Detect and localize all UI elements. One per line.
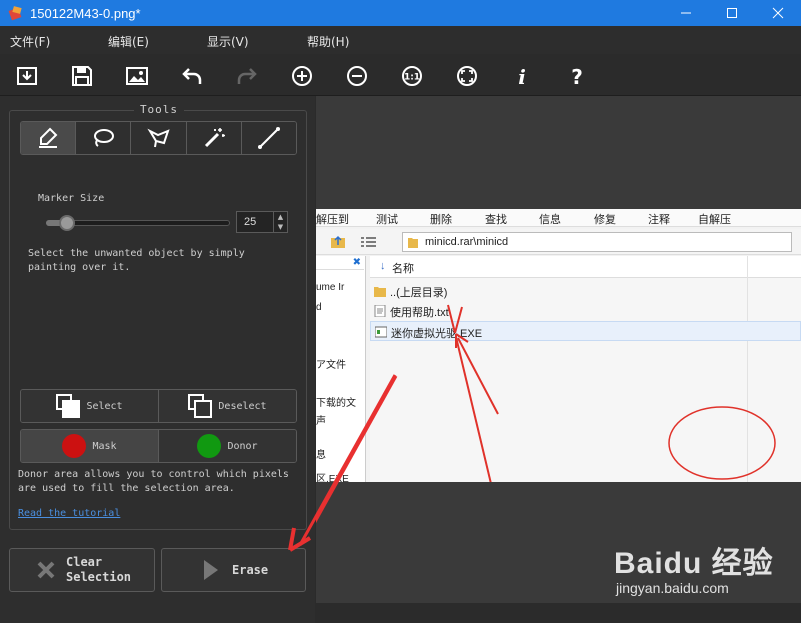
polygon-lasso-icon bbox=[146, 128, 170, 148]
minimize-icon bbox=[681, 12, 691, 14]
zoom-out-icon bbox=[347, 66, 367, 86]
undo-button[interactable] bbox=[178, 62, 206, 90]
select-button[interactable]: Select bbox=[21, 390, 159, 422]
clear-icon bbox=[37, 561, 55, 579]
red-arrow-icon bbox=[288, 374, 397, 552]
select-icon bbox=[56, 394, 81, 418]
undo-icon bbox=[182, 68, 202, 84]
tool-selector bbox=[20, 121, 297, 155]
help-button[interactable]: ? bbox=[563, 62, 591, 90]
window-title: 150122M43-0.png* bbox=[30, 5, 141, 21]
maximize-button[interactable] bbox=[709, 0, 755, 26]
image-icon bbox=[126, 67, 148, 85]
menu-file[interactable]: 文件(F) bbox=[10, 33, 50, 50]
actual-size-button[interactable]: 1:1 bbox=[398, 62, 426, 90]
maximize-icon bbox=[727, 8, 737, 18]
zoom-in-button[interactable] bbox=[288, 62, 316, 90]
watermark: Baidu 经验 jingyan.baidu.com bbox=[614, 547, 774, 596]
deselect-button[interactable]: Deselect bbox=[159, 390, 296, 422]
actual-size-icon: 1:1 bbox=[402, 66, 422, 86]
deselect-icon bbox=[188, 394, 213, 418]
close-button[interactable] bbox=[755, 0, 801, 26]
play-icon bbox=[204, 560, 218, 580]
info-button[interactable]: i bbox=[508, 62, 536, 90]
app-icon bbox=[8, 6, 22, 21]
redo-button bbox=[233, 62, 261, 90]
area-mode: Mask Donor bbox=[20, 429, 297, 463]
magic-wand-icon bbox=[204, 128, 225, 148]
tutorial-link[interactable]: Read the tutorial bbox=[18, 508, 120, 519]
minimize-button[interactable] bbox=[663, 0, 709, 26]
open-button[interactable] bbox=[13, 62, 41, 90]
help-icon: ? bbox=[571, 65, 583, 88]
magic-wand-tool[interactable] bbox=[186, 122, 242, 154]
save-icon bbox=[72, 66, 92, 86]
red-arrow-icon bbox=[455, 333, 499, 415]
tools-group: Tools Marker Size 25 ▲ ▼ Select the unwa… bbox=[9, 103, 307, 530]
tools-legend: Tools bbox=[133, 103, 185, 116]
menu-view[interactable]: 显示(V) bbox=[207, 33, 249, 50]
clear-label-1: Clear bbox=[66, 555, 103, 569]
line-tool[interactable] bbox=[241, 122, 296, 154]
zoom-out-button[interactable] bbox=[343, 62, 371, 90]
svg-text:i: i bbox=[518, 65, 526, 88]
close-icon bbox=[772, 7, 784, 19]
tools-panel: Tools Marker Size 25 ▲ ▼ Select the unwa… bbox=[0, 96, 315, 623]
mask-button[interactable]: Mask bbox=[21, 430, 159, 462]
menu-edit[interactable]: 编辑(E) bbox=[108, 33, 149, 50]
tool-hint: Select the unwanted object by simply pai… bbox=[28, 248, 245, 273]
polygon-lasso-tool[interactable] bbox=[131, 122, 187, 154]
open-icon bbox=[17, 67, 37, 85]
donor-description: Donor area allows you to control which p… bbox=[18, 469, 289, 494]
mask-color-icon bbox=[62, 434, 87, 458]
zoom-in-icon bbox=[292, 66, 312, 86]
erase-label: Erase bbox=[232, 563, 269, 577]
info-icon: i bbox=[518, 65, 526, 88]
fit-button[interactable] bbox=[453, 62, 481, 90]
title-bar: 150122M43-0.png* bbox=[0, 0, 801, 26]
lasso-icon bbox=[94, 129, 115, 147]
marker-size-stepper[interactable]: 25 ▲ ▼ bbox=[236, 211, 288, 233]
menu-help[interactable]: 帮助(H) bbox=[307, 33, 349, 50]
image-button[interactable] bbox=[123, 62, 151, 90]
save-button[interactable] bbox=[68, 62, 96, 90]
selection-mode: Select Deselect bbox=[20, 389, 297, 423]
marker-tool[interactable] bbox=[21, 122, 77, 154]
menu-bar: 文件(F) 编辑(E) 显示(V) 帮助(H) bbox=[0, 26, 801, 54]
fit-icon bbox=[457, 66, 477, 86]
lasso-tool[interactable] bbox=[76, 122, 132, 154]
donor-color-icon bbox=[197, 434, 222, 458]
slider-knob[interactable] bbox=[59, 215, 75, 231]
marker-icon bbox=[39, 127, 58, 148]
clear-selection-button[interactable]: Clear Selection bbox=[9, 548, 155, 592]
line-icon bbox=[257, 127, 280, 149]
redo-icon bbox=[237, 68, 257, 84]
stepper-down-icon[interactable]: ▼ bbox=[278, 223, 283, 231]
marker-size-value[interactable]: 25 bbox=[237, 212, 273, 232]
clear-label-2: Selection bbox=[66, 570, 132, 584]
svg-text:?: ? bbox=[571, 65, 583, 88]
marker-size-label: Marker Size bbox=[38, 193, 105, 204]
marker-size-slider[interactable] bbox=[46, 215, 230, 231]
donor-button[interactable]: Donor bbox=[159, 430, 296, 462]
toolbar: 1:1 i ? bbox=[0, 54, 801, 96]
stepper-up-icon[interactable]: ▲ bbox=[278, 213, 283, 221]
svg-text:1:1: 1:1 bbox=[404, 73, 420, 83]
